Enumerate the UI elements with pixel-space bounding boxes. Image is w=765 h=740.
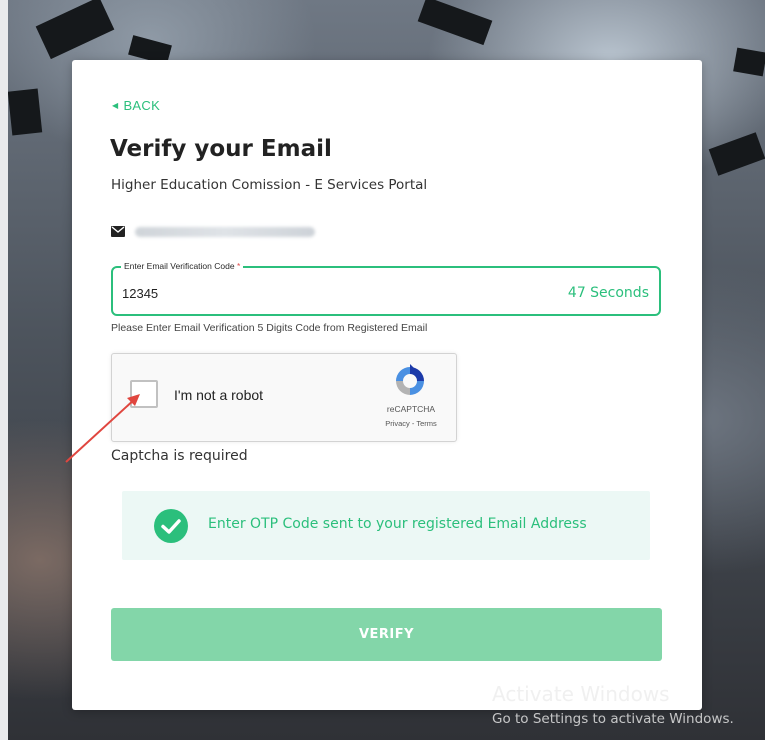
recaptcha-logo-icon (393, 364, 427, 402)
verification-code-input[interactable] (122, 286, 422, 301)
watermark-subtitle: Go to Settings to activate Windows. (492, 711, 734, 727)
required-asterisk: * (236, 261, 241, 271)
recaptcha-privacy-terms[interactable]: Privacy - Terms (376, 419, 446, 428)
mail-icon (111, 226, 125, 237)
email-verification-code-field[interactable]: Enter Email Verification Code * 47 Secon… (111, 261, 661, 316)
page-title: Verify your Email (110, 136, 332, 162)
countdown-timer: 47 Seconds (567, 285, 649, 301)
graduation-cap-shape (733, 47, 765, 77)
code-hint-text: Please Enter Email Verification 5 Digits… (111, 322, 428, 334)
back-label: BACK (123, 98, 161, 113)
otp-info-text: Enter OTP Code sent to your registered E… (208, 516, 587, 532)
verify-button[interactable]: VERIFY (111, 608, 662, 661)
activate-windows-watermark: Activate Windows Go to Settings to activ… (492, 682, 734, 727)
check-circle-icon (154, 509, 188, 547)
verify-email-card: ◀ BACK Verify your Email Higher Educatio… (72, 60, 702, 710)
graduation-cap-shape (7, 88, 43, 136)
recaptcha-brand: reCAPTCHA (386, 404, 436, 414)
recaptcha-label: I'm not a robot (174, 387, 264, 403)
code-field-label: Enter Email Verification Code * (121, 261, 244, 271)
watermark-title: Activate Windows (492, 682, 670, 706)
window-edge (0, 0, 8, 740)
page-subtitle: Higher Education Comission - E Services … (111, 177, 428, 193)
back-link[interactable]: ◀ BACK (112, 98, 160, 113)
caret-left-icon: ◀ (112, 101, 119, 110)
otp-info-box: Enter OTP Code sent to your registered E… (122, 491, 650, 560)
redacted-email (135, 226, 315, 237)
recaptcha-widget: I'm not a robot reCAPTCHA Privacy - Term… (111, 353, 457, 442)
registered-email-row (111, 226, 315, 237)
annotation-arrow-icon (65, 394, 140, 463)
